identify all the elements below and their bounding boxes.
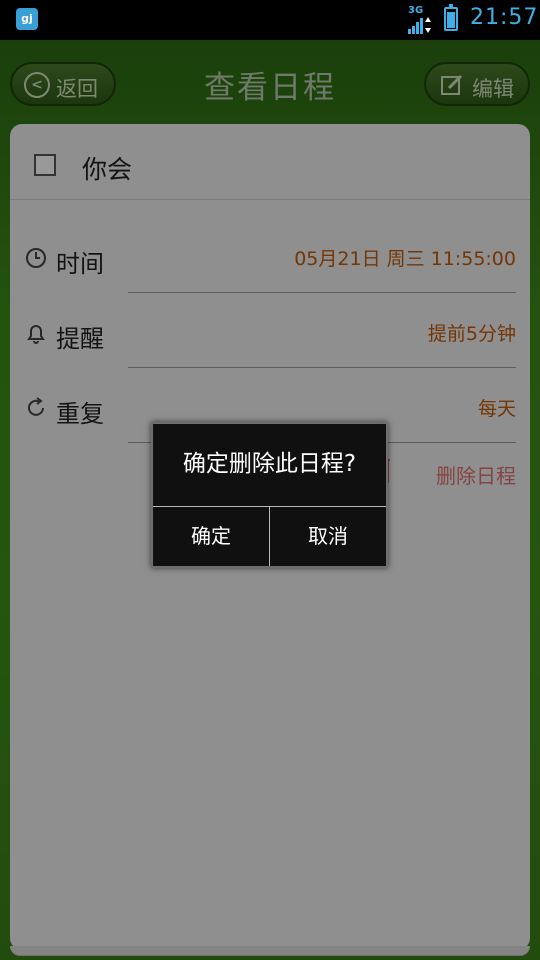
confirm-button[interactable]: 确定 xyxy=(153,507,269,566)
battery-icon xyxy=(444,4,458,31)
signal-icon xyxy=(408,17,431,34)
app-notification-icon: gj xyxy=(16,8,38,30)
clock: 21:57 xyxy=(470,5,539,30)
confirm-delete-dialog: 确定删除此日程? 确定 取消 xyxy=(151,422,388,568)
dialog-message: 确定删除此日程? xyxy=(182,451,357,477)
status-bar: gj 3G 21:57 xyxy=(0,0,540,40)
network-type: 3G xyxy=(408,5,424,16)
cancel-button[interactable]: 取消 xyxy=(270,507,386,566)
